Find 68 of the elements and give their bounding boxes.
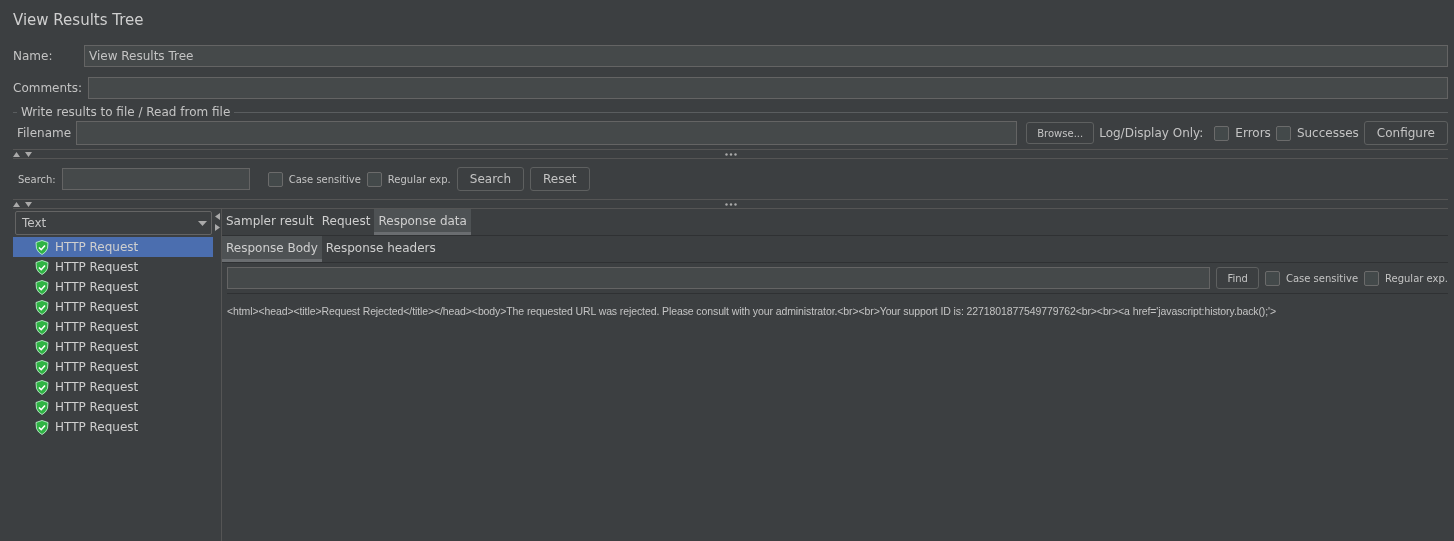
- checkbox-box[interactable]: [1264, 270, 1280, 286]
- checkbox[interactable]: Regular exp.: [1364, 270, 1448, 286]
- tab[interactable]: Request: [317, 209, 375, 235]
- field-label: Search:: [18, 173, 56, 185]
- result-item[interactable]: HTTP Request: [13, 337, 213, 357]
- configure-button[interactable]: Configure: [1363, 121, 1448, 145]
- split-arrows-icon[interactable]: [214, 213, 220, 231]
- checkbox-box[interactable]: [1364, 270, 1380, 286]
- result-item[interactable]: HTTP Request: [13, 277, 213, 297]
- shield-check-icon: [35, 239, 49, 255]
- checkbox[interactable]: Errors: [1214, 125, 1271, 141]
- search-bar-button[interactable]: Reset: [530, 167, 590, 191]
- checkbox-label: Case sensitive: [1285, 272, 1359, 284]
- panel-title: View Results Tree: [13, 10, 145, 31]
- checkbox-label: Successes: [1296, 126, 1359, 140]
- checkbox-label: Case sensitive: [288, 173, 361, 185]
- tab[interactable]: Response data: [374, 209, 471, 235]
- checkbox-label: Regular exp.: [387, 173, 451, 185]
- find-field[interactable]: [227, 267, 1211, 289]
- checkbox-label: Regular exp.: [1385, 272, 1448, 284]
- tab[interactable]: Response Body: [222, 236, 322, 262]
- field-label: Comments:: [13, 81, 83, 95]
- collapse-arrows-icon[interactable]: [13, 201, 33, 207]
- checkbox[interactable]: Regular exp.: [366, 171, 451, 187]
- find-button[interactable]: Find: [1216, 267, 1259, 289]
- result-item[interactable]: HTTP Request: [13, 397, 213, 417]
- result-item[interactable]: HTTP Request: [13, 297, 213, 317]
- search-field[interactable]: [61, 168, 250, 190]
- drag-handle-icon[interactable]: [724, 152, 737, 156]
- shield-check-icon: [35, 399, 49, 415]
- field-label: Log/Display Only:: [1099, 126, 1204, 140]
- field-label: Name:: [13, 49, 54, 63]
- tab[interactable]: Sampler result: [222, 209, 318, 235]
- shield-check-icon: [35, 299, 49, 315]
- checkbox-box[interactable]: [1275, 125, 1291, 141]
- result-item[interactable]: HTTP Request: [13, 257, 213, 277]
- result-item[interactable]: HTTP Request: [13, 377, 213, 397]
- result-item[interactable]: HTTP Request: [13, 357, 213, 377]
- response-body-text: <html><head><title>Request Rejected</title></head><body>The requested URL was rejected. Please consult with your administrator.<br><br>Your support ID is: 2271801877549779762<br><br><a href='javascript:history.back();'>: [227, 304, 1277, 318]
- result-item[interactable]: HTTP Request: [13, 237, 213, 257]
- checkbox[interactable]: Case sensitive: [1264, 270, 1359, 286]
- shield-check-icon: [35, 279, 49, 295]
- name-field[interactable]: View Results Tree: [84, 45, 1448, 67]
- comments-field[interactable]: [88, 77, 1448, 99]
- checkbox[interactable]: Case sensitive: [267, 171, 361, 187]
- drag-handle-icon[interactable]: [724, 202, 737, 206]
- dropdown-caret-icon: [198, 220, 207, 226]
- tab[interactable]: Response headers: [321, 236, 440, 262]
- checkbox-label: Errors: [1235, 126, 1271, 140]
- checkbox-box[interactable]: [366, 171, 382, 187]
- shield-check-icon: [35, 419, 49, 435]
- shield-check-icon: [35, 359, 49, 375]
- shield-check-icon: [35, 339, 49, 355]
- browse-button[interactable]: Browse...: [1026, 122, 1095, 144]
- checkbox-box[interactable]: [267, 171, 283, 187]
- result-item[interactable]: HTTP Request: [13, 417, 213, 437]
- filename-field[interactable]: [76, 121, 1018, 145]
- collapse-arrows-icon[interactable]: [13, 151, 33, 157]
- group-legend: Write results to file / Read from file: [21, 105, 231, 119]
- field-label: Filename: [17, 126, 72, 140]
- shield-check-icon: [35, 259, 49, 275]
- renderer-select[interactable]: Text: [15, 211, 212, 235]
- result-item[interactable]: HTTP Request: [13, 317, 213, 337]
- checkbox-box[interactable]: [1214, 125, 1230, 141]
- checkbox[interactable]: Successes: [1275, 125, 1359, 141]
- search-bar-button[interactable]: Search: [456, 167, 525, 191]
- shield-check-icon: [35, 319, 49, 335]
- shield-check-icon: [35, 379, 49, 395]
